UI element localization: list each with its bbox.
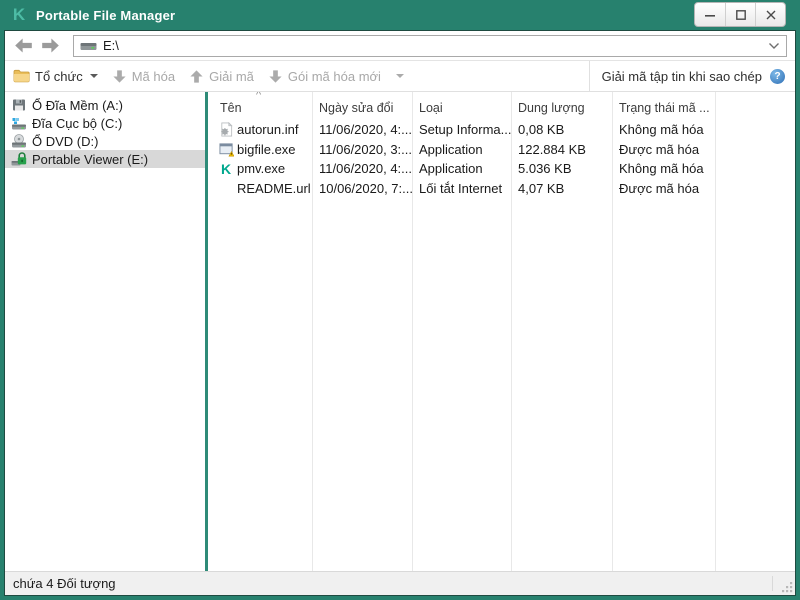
new-encrypted-package-label: Gói mã hóa mới — [287, 68, 381, 84]
file-modified: 11/06/2020, 3:... — [319, 141, 412, 157]
exe-file-icon — [218, 141, 234, 157]
file-rows: autorun.inf 11/06/2020, 4:... Setup Info… — [208, 118, 795, 198]
organize-dropdown-icon — [89, 74, 98, 78]
column-header-status[interactable]: Trạng thái mã ... — [612, 101, 715, 115]
column-divider[interactable] — [715, 92, 716, 571]
file-status: Được mã hóa — [619, 180, 700, 196]
file-size: 0,08 KB — [518, 122, 565, 138]
file-type: Setup Informa... — [419, 122, 511, 138]
organize-label: Tổ chức — [35, 68, 83, 84]
encrypt-button[interactable]: Mã hóa — [112, 69, 175, 84]
kaspersky-app-icon: K — [220, 160, 232, 177]
forward-arrow-icon[interactable] — [40, 35, 61, 56]
status-bar-divider — [772, 576, 773, 591]
drive-label: Ổ Đĩa Mềm (A:) — [32, 97, 124, 113]
status-text: chứa 4 Đối tượng — [13, 576, 116, 591]
file-size: 122.884 KB — [518, 141, 586, 157]
local-disk-icon — [12, 118, 26, 130]
sidebar-item-drive-a[interactable]: Ổ Đĩa Mềm (A:) — [5, 96, 205, 114]
window-controls — [694, 2, 786, 27]
drive-label: Portable Viewer (E:) — [32, 151, 149, 167]
status-bar: chứa 4 Đối tượng — [5, 571, 795, 595]
address-bar[interactable]: E:\ — [73, 34, 787, 57]
file-row-bigfile[interactable]: bigfile.exe 11/06/2020, 3:... Applicatio… — [208, 140, 795, 160]
file-name: README.url — [237, 180, 311, 196]
file-list-header: ^ Tên Ngày sửa đổi Loại Dung lượng Trạng… — [208, 92, 795, 118]
back-arrow-icon[interactable] — [13, 35, 34, 56]
sidebar-item-drive-d[interactable]: Ổ DVD (D:) — [5, 132, 205, 150]
maximize-button[interactable] — [725, 3, 755, 26]
nav-arrows — [13, 35, 61, 56]
blank-file-icon — [218, 180, 234, 196]
file-size: 4,07 KB — [518, 180, 565, 196]
drives-sidebar: Ổ Đĩa Mềm (A:) Đĩa Cục bộ (C:) Ổ DVD (D:… — [5, 92, 205, 571]
column-header-name[interactable]: Tên — [208, 101, 312, 115]
minimize-button[interactable] — [695, 3, 725, 26]
file-status: Không mã hóa — [619, 161, 704, 177]
resize-grip-icon[interactable] — [782, 582, 793, 593]
folder-icon — [13, 69, 30, 83]
drive-icon — [80, 43, 97, 50]
file-type: Lối tắt Internet — [419, 180, 503, 196]
sidebar-item-drive-e[interactable]: Portable Viewer (E:) — [5, 150, 205, 168]
decrypt-on-copy-label: Giải mã tập tin khi sao chép — [601, 68, 762, 84]
column-header-modified[interactable]: Ngày sửa đổi — [312, 101, 412, 115]
help-icon[interactable]: ? — [770, 68, 785, 84]
decrypt-arrow-up-icon — [190, 69, 203, 83]
new-encrypted-package-button[interactable]: Gói mã hóa mới — [268, 69, 404, 84]
package-arrow-down-icon — [269, 69, 282, 83]
column-header-size[interactable]: Dung lượng — [511, 101, 612, 115]
locked-drive-icon — [11, 152, 27, 166]
sidebar-item-drive-c[interactable]: Đĩa Cục bộ (C:) — [5, 114, 205, 132]
file-row-readme[interactable]: README.url 10/06/2020, 7:... Lối tắt Int… — [208, 179, 795, 199]
column-divider[interactable] — [612, 92, 613, 571]
navigation-bar: E:\ — [5, 31, 795, 61]
file-row-autorun[interactable]: autorun.inf 11/06/2020, 4:... Setup Info… — [208, 120, 795, 140]
file-list: ^ Tên Ngày sửa đổi Loại Dung lượng Trạng… — [208, 92, 795, 571]
content-area: Ổ Đĩa Mềm (A:) Đĩa Cục bộ (C:) Ổ DVD (D:… — [5, 92, 795, 571]
file-size: 5.036 KB — [518, 161, 572, 177]
decrypt-on-copy-button[interactable]: Giải mã tập tin khi sao chép ? — [588, 61, 795, 91]
drive-label: Ổ DVD (D:) — [32, 133, 99, 149]
file-status: Được mã hóa — [619, 141, 700, 157]
minimize-icon — [705, 14, 715, 17]
maximize-icon — [735, 9, 746, 20]
window-title: Portable File Manager — [36, 7, 176, 23]
toolbar: Tổ chức Mã hóa Giải mã Gói mã hóa mới Gi… — [5, 61, 795, 92]
column-divider[interactable] — [312, 92, 313, 571]
close-button[interactable] — [755, 3, 785, 26]
column-header-type[interactable]: Loại — [412, 101, 511, 115]
inf-file-icon — [218, 122, 234, 138]
file-status: Không mã hóa — [619, 122, 704, 138]
file-modified: 10/06/2020, 7:... — [319, 180, 412, 196]
address-dropdown-icon[interactable] — [768, 42, 780, 50]
file-name: pmv.exe — [237, 161, 286, 177]
encrypt-label: Mã hóa — [131, 68, 176, 84]
title-bar[interactable]: K Portable File Manager — [0, 0, 800, 30]
file-type: Application — [419, 141, 483, 157]
decrypt-button[interactable]: Giải mã — [189, 69, 254, 84]
organize-button[interactable]: Tổ chức — [13, 69, 98, 84]
sort-ascending-icon: ^ — [256, 92, 262, 101]
column-divider[interactable] — [511, 92, 512, 571]
file-modified: 11/06/2020, 4:... — [319, 161, 412, 177]
close-icon — [766, 10, 775, 19]
new-package-dropdown-icon — [395, 74, 404, 78]
drive-label: Đĩa Cục bộ (C:) — [32, 115, 123, 131]
toolbar-left-group: Tổ chức Mã hóa Giải mã Gói mã hóa mới — [5, 69, 589, 84]
decrypt-label: Giải mã — [209, 68, 254, 84]
dvd-drive-icon — [12, 134, 26, 148]
kaspersky-logo-icon: K — [12, 5, 26, 24]
file-name: bigfile.exe — [237, 141, 296, 157]
file-row-pmv[interactable]: K pmv.exe 11/06/2020, 4:... Application … — [208, 159, 795, 179]
file-name: autorun.inf — [237, 122, 299, 138]
encrypt-arrow-down-icon — [113, 69, 126, 83]
portable-file-manager-window: K Portable File Manager E:\ Tổ chức Mã h… — [0, 0, 800, 600]
column-divider[interactable] — [412, 92, 413, 571]
floppy-drive-icon — [13, 99, 25, 111]
file-type: Application — [419, 161, 483, 177]
address-text: E:\ — [103, 38, 119, 53]
file-modified: 11/06/2020, 4:... — [319, 122, 412, 138]
window-body: E:\ Tổ chức Mã hóa Giải mã Gói mã hóa mớ… — [4, 30, 796, 596]
